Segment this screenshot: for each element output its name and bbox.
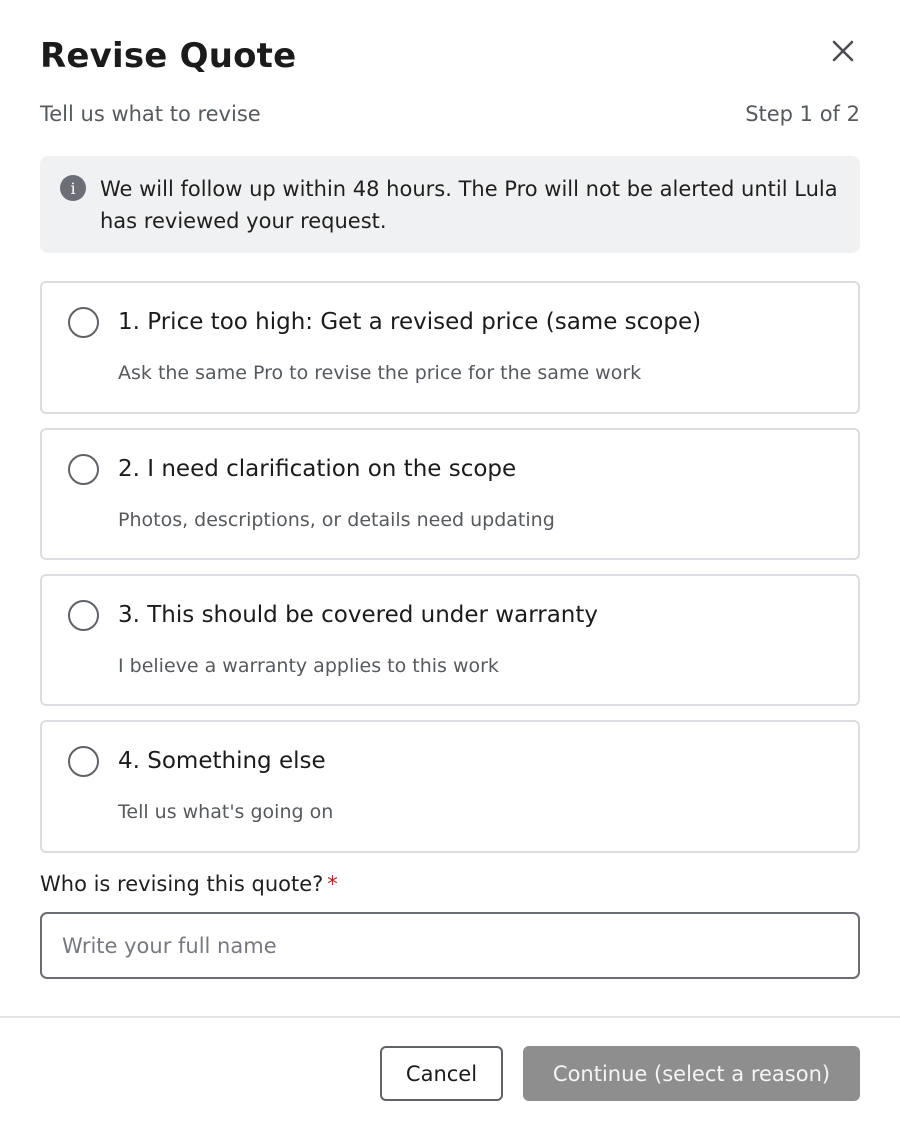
radio-button[interactable] [68, 746, 99, 777]
option-description: Tell us what's going on [118, 801, 334, 823]
reason-option-clarification[interactable]: 2. I need clarification on the scope Pho… [40, 428, 860, 560]
modal-footer: Cancel Continue (select a reason) [0, 1016, 900, 1133]
reason-option-price[interactable]: 1. Price too high: Get a revised price (… [40, 281, 860, 414]
reason-option-warranty[interactable]: 3. This should be covered under warranty… [40, 574, 860, 706]
close-button[interactable] [826, 34, 860, 68]
continue-button[interactable]: Continue (select a reason) [523, 1046, 860, 1101]
option-description: I believe a warranty applies to this wor… [118, 655, 499, 677]
modal-body: Revise Quote Tell us what to revise Step… [0, 0, 900, 979]
info-text: We will follow up within 48 hours. The P… [100, 177, 838, 233]
modal-header: Revise Quote [40, 0, 860, 82]
option-description: Photos, descriptions, or details need up… [118, 509, 555, 531]
option-title: 3. This should be covered under warranty [118, 602, 599, 628]
step-indicator: Step 1 of 2 [745, 102, 860, 126]
reviser-label-text: Who is revising this quote? [40, 872, 324, 896]
option-description: Ask the same Pro to revise the price for… [118, 362, 642, 384]
modal-title: Revise Quote [40, 36, 297, 76]
option-title: 2. I need clarification on the scope [118, 456, 517, 482]
radio-button[interactable] [68, 600, 99, 631]
subtitle-row: Tell us what to revise Step 1 of 2 [40, 100, 860, 128]
full-name-input[interactable] [40, 912, 860, 979]
modal-subtitle: Tell us what to revise [40, 102, 261, 126]
reason-option-other[interactable]: 4. Something else Tell us what's going o… [40, 720, 860, 853]
reviser-label: Who is revising this quote? * [40, 869, 860, 899]
revise-quote-modal: Revise Quote Tell us what to revise Step… [0, 0, 900, 1133]
info-icon: i [60, 175, 86, 201]
close-icon [832, 40, 854, 62]
option-title: 4. Something else [118, 748, 326, 774]
cancel-button[interactable]: Cancel [380, 1046, 503, 1101]
option-title: 1. Price too high: Get a revised price (… [118, 309, 702, 335]
radio-button[interactable] [68, 307, 99, 338]
info-banner: i We will follow up within 48 hours. The… [40, 156, 860, 253]
required-mark: * [327, 872, 338, 896]
radio-button[interactable] [68, 454, 99, 485]
reason-options: 1. Price too high: Get a revised price (… [40, 281, 860, 853]
